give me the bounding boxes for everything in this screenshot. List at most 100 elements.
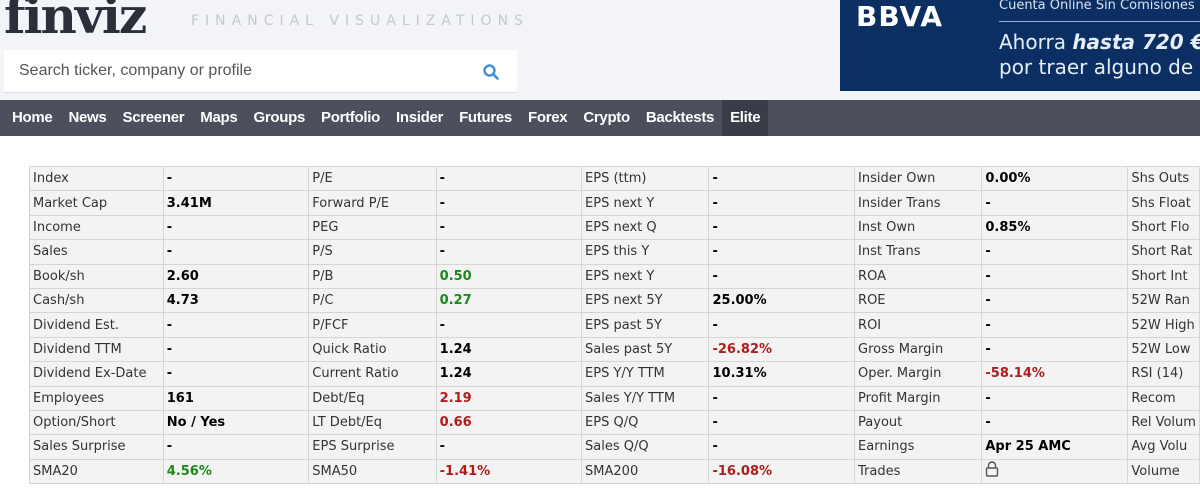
nav-portfolio[interactable]: Portfolio (313, 100, 388, 136)
metric-label: EPS Y/Y TTM (581, 361, 710, 387)
metric-label: Short Flo (1127, 214, 1200, 241)
metric-value: 0.50 (435, 263, 583, 289)
table-row: Option/Short No / Yes LT Debt/Eq 0.66 EPS Q/… (29, 409, 1200, 436)
metric-value: - (708, 165, 856, 192)
search-box (4, 50, 517, 93)
metric-value: - (708, 434, 856, 460)
nav-insider[interactable]: Insider (388, 100, 451, 136)
metric-label: Dividend TTM (29, 336, 164, 363)
metric-label: Short Int (1127, 263, 1200, 289)
metric-value: - (162, 165, 310, 192)
metric-value: - (708, 190, 856, 216)
metric-value: - (162, 361, 310, 387)
metric-value: 1.24 (435, 361, 583, 387)
metric-label: Sales Surprise (29, 434, 164, 460)
metric-value: - (708, 312, 856, 338)
ad-banner[interactable]: BBVA Cuenta Online Sin Comisiones Ahorra… (840, 0, 1200, 91)
table-row: Dividend TTM - Quick Ratio 1.24 Sales past 5… (29, 336, 1200, 363)
metric-label: ROI (854, 312, 983, 338)
nav-groups[interactable]: Groups (245, 100, 313, 136)
search-icon[interactable] (482, 63, 500, 81)
metric-value: No / Yes (162, 409, 310, 436)
metric-label: Insider Own (854, 165, 983, 192)
metric-label: Employees (29, 385, 164, 411)
metric-value: 161 (162, 385, 310, 411)
ad-text: Ahorra hasta 720 € por traer alguno de t (999, 30, 1200, 80)
metric-value: - (162, 214, 310, 241)
metric-value: - (435, 312, 583, 338)
lock-icon[interactable] (985, 461, 999, 478)
metric-label: Inst Trans (854, 239, 983, 265)
metric-label: EPS past 5Y (581, 312, 710, 338)
ad-subtitle: Cuenta Online Sin Comisiones (999, 0, 1195, 13)
metric-value: - (708, 263, 856, 289)
nav-maps[interactable]: Maps (192, 100, 245, 136)
ad-divider (999, 21, 1200, 22)
metric-label: Current Ratio (308, 361, 437, 387)
metric-label: Option/Short (29, 409, 164, 436)
metric-label: Sales Q/Q (581, 434, 710, 460)
metric-value: -1.41% (435, 458, 583, 485)
metric-label: Oper. Margin (854, 361, 983, 387)
metric-label: EPS this Y (581, 239, 710, 265)
metric-label: Profit Margin (854, 385, 983, 411)
nav-home[interactable]: Home (0, 100, 60, 136)
metric-value: - (435, 190, 583, 216)
metric-label: Trades (854, 458, 983, 485)
metric-value: 10.31% (708, 361, 856, 387)
metric-value: - (981, 385, 1129, 411)
metric-label: P/C (308, 287, 437, 314)
ad-brand-logo: BBVA (856, 0, 943, 33)
metric-value: 0.66 (435, 409, 583, 436)
nav-backtests[interactable]: Backtests (638, 100, 722, 136)
metric-value: 0.27 (435, 287, 583, 314)
metric-value: - (435, 165, 583, 192)
metric-label: Short Rat (1127, 239, 1200, 265)
metric-label: Payout (854, 409, 983, 436)
table-row: Income - PEG - EPS next Q - Inst Own 0.85% Short… (29, 214, 1200, 241)
metric-label: P/E (308, 165, 437, 192)
metric-value: - (981, 336, 1129, 363)
metric-value: - (981, 287, 1129, 314)
metric-label: SMA20 (29, 458, 164, 485)
table-row: Market Cap 3.41M Forward P/E - EPS next Y - In… (29, 190, 1200, 216)
metric-value: - (981, 263, 1129, 289)
metric-value: - (981, 190, 1129, 216)
table-row: Dividend Ex-Date - Current Ratio 1.24 EPS Y/… (29, 361, 1200, 387)
header: finviz FINANCIAL VISUALIZATIONS BBVA Cue… (0, 0, 1200, 100)
nav-crypto[interactable]: Crypto (575, 100, 638, 136)
nav-news[interactable]: News (60, 100, 114, 136)
metric-value: Apr 25 AMC (981, 434, 1129, 460)
nav-futures[interactable]: Futures (451, 100, 520, 136)
metric-value (981, 458, 1129, 485)
metric-label: EPS Q/Q (581, 409, 710, 436)
metric-label: Index (29, 165, 164, 192)
metric-label: 52W Ran (1127, 287, 1200, 314)
metric-label: P/FCF (308, 312, 437, 338)
metric-label: EPS next 5Y (581, 287, 710, 314)
metric-label: Avg Volu (1127, 434, 1200, 460)
ad-text-bold: hasta 720 € (1072, 30, 1200, 54)
metric-label: EPS (ttm) (581, 165, 710, 192)
metric-label: EPS Surprise (308, 434, 437, 460)
metric-label: Inst Own (854, 214, 983, 241)
metric-label: Earnings (854, 434, 983, 460)
metric-label: Volume (1127, 458, 1200, 485)
metric-value: 3.41M (162, 190, 310, 216)
nav-elite[interactable]: Elite (722, 100, 769, 136)
metric-label: Shs Float (1127, 190, 1200, 216)
metric-label: Market Cap (29, 190, 164, 216)
metric-label: Shs Outs (1127, 165, 1200, 192)
metric-label: P/B (308, 263, 437, 289)
table-row: SMA20 4.56% SMA50 -1.41% SMA200 -16.08% Trades… (29, 458, 1200, 485)
finviz-logo[interactable]: finviz (4, 0, 147, 45)
metric-value: - (162, 239, 310, 265)
metric-value: - (708, 409, 856, 436)
metric-label: SMA50 (308, 458, 437, 485)
metric-value: - (162, 312, 310, 338)
metric-label: Quick Ratio (308, 336, 437, 363)
nav-screener[interactable]: Screener (114, 100, 192, 136)
search-input[interactable] (4, 50, 464, 92)
nav-forex[interactable]: Forex (520, 100, 575, 136)
metric-label: Forward P/E (308, 190, 437, 216)
